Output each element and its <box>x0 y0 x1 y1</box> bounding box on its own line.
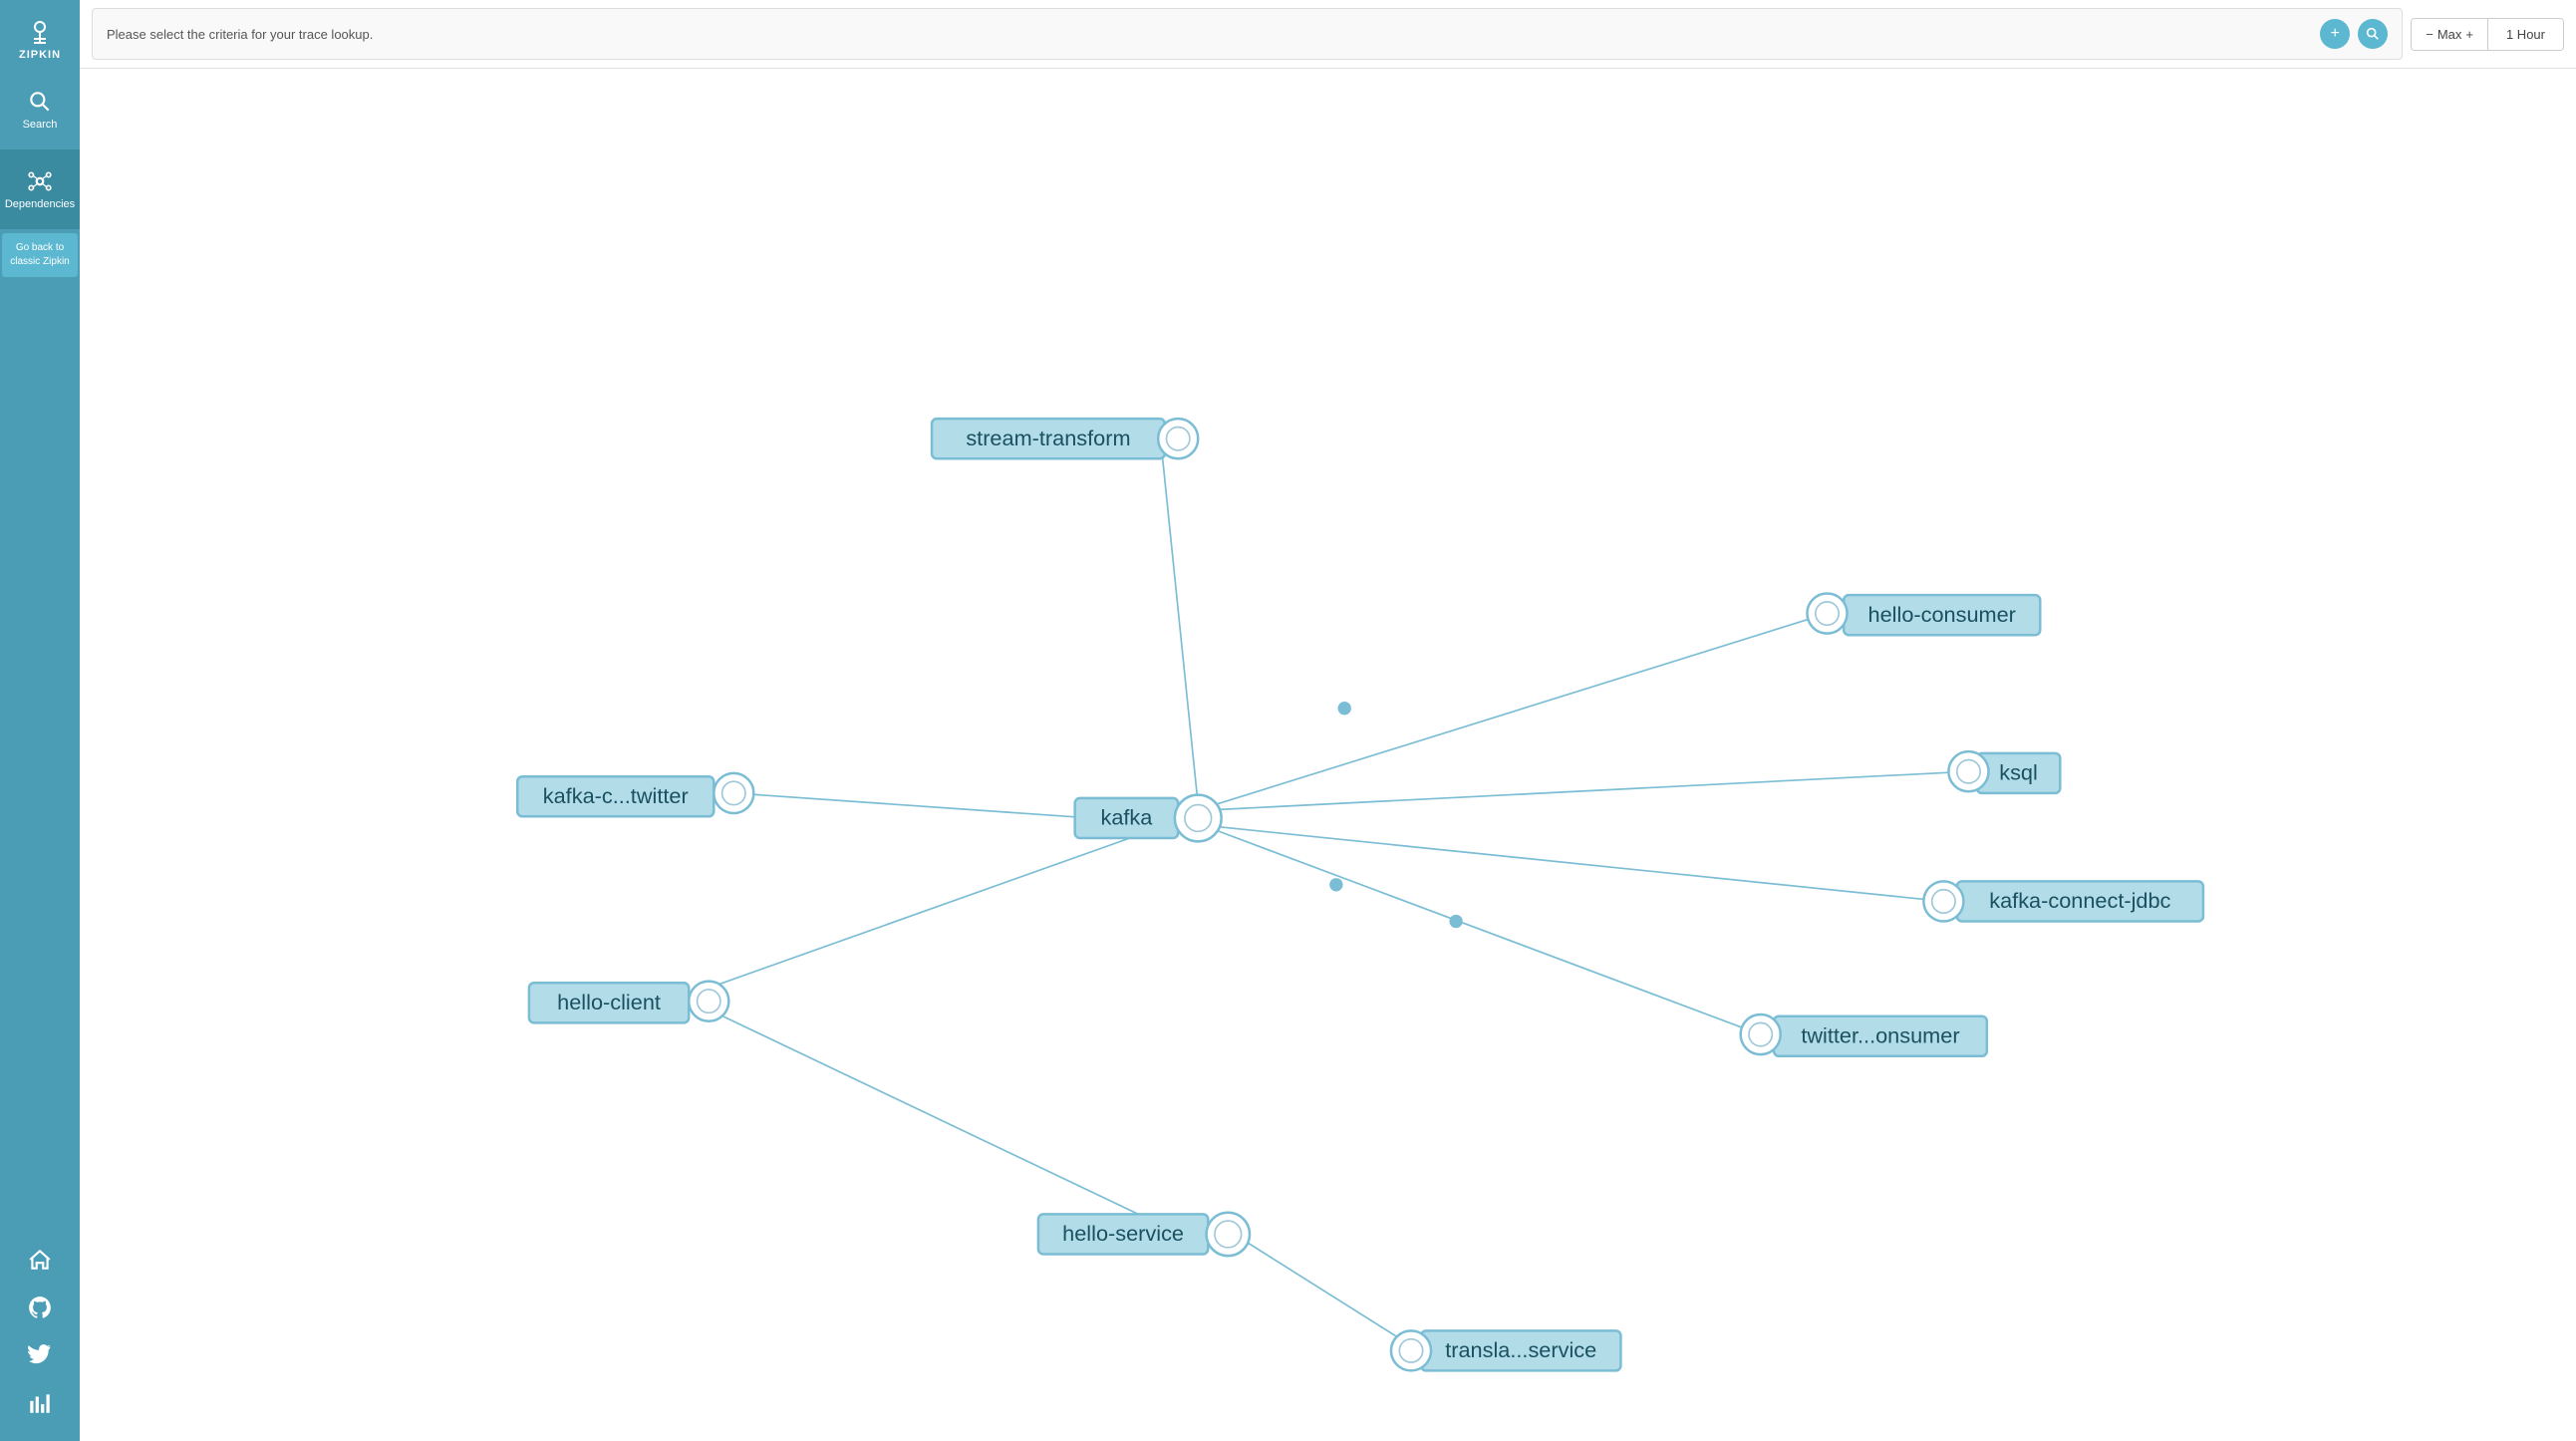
edge-kafka-twitter-kafka <box>733 793 1091 818</box>
chart-icon-btn[interactable] <box>0 1381 80 1425</box>
time-controls: − Max + 1 Hour <box>2411 18 2564 51</box>
time-minus-icon: − <box>2426 27 2433 42</box>
edge-dot-1 <box>1338 702 1351 715</box>
node-kafka[interactable]: kafka <box>1075 795 1222 842</box>
app-logo[interactable]: ZIPKIN <box>0 0 80 70</box>
node-stream-transform[interactable]: stream-transform <box>932 419 1198 458</box>
node-hello-client[interactable]: hello-client <box>529 982 728 1023</box>
svg-text:kafka-c...twitter: kafka-c...twitter <box>543 783 689 808</box>
edge-dot-2 <box>1329 878 1342 891</box>
time-duration-label: 1 Hour <box>2506 27 2545 42</box>
go-back-button[interactable]: Go back to classic Zipkin <box>2 233 78 277</box>
add-criteria-button[interactable]: + <box>2320 19 2350 49</box>
node-transla-service[interactable]: transla...service <box>1391 1330 1620 1370</box>
time-duration-control[interactable]: 1 Hour <box>2488 19 2563 50</box>
header: Please select the criteria for your trac… <box>80 0 2576 69</box>
sidebar-bottom <box>0 1238 80 1441</box>
svg-text:twitter...onsumer: twitter...onsumer <box>1801 1022 1959 1047</box>
main-content: Please select the criteria for your trac… <box>80 0 2576 1441</box>
node-hello-service[interactable]: hello-service <box>1038 1213 1250 1256</box>
svg-text:hello-service: hello-service <box>1062 1221 1184 1246</box>
search-bar: Please select the criteria for your trac… <box>92 8 2403 60</box>
time-max-control[interactable]: − Max + <box>2412 19 2488 50</box>
svg-text:hello-consumer: hello-consumer <box>1868 602 2016 627</box>
app-name: ZIPKIN <box>19 49 61 61</box>
github-icon-btn[interactable] <box>0 1286 80 1329</box>
svg-text:kafka-connect-jdbc: kafka-connect-jdbc <box>1989 888 2170 913</box>
svg-text:ksql: ksql <box>1999 760 2038 785</box>
edge-kafka-ksql <box>1215 771 1969 809</box>
svg-text:stream-transform: stream-transform <box>966 426 1130 450</box>
twitter-icon-btn[interactable] <box>0 1333 80 1377</box>
node-kafka-connect-jdbc[interactable]: kafka-connect-jdbc <box>1923 881 2203 921</box>
edge-dot-3 <box>1449 915 1462 928</box>
node-hello-consumer[interactable]: hello-consumer <box>1807 594 2040 636</box>
edge-kafka-twitter-consumer <box>1215 830 1761 1034</box>
graph-svg: stream-transform kafka kafka-c...twitter <box>80 69 2576 1441</box>
edge-stream-transform-kafka <box>1162 447 1199 805</box>
node-ksql[interactable]: ksql <box>1948 751 2060 793</box>
sidebar-item-dependencies[interactable]: Dependencies <box>0 149 80 229</box>
edge-hello-service-transla-service <box>1245 1241 1411 1345</box>
edge-kafka-connect-jdbc <box>1215 826 1943 901</box>
time-plus-icon: + <box>2465 27 2473 42</box>
dependency-graph: stream-transform kafka kafka-c...twitter <box>80 69 2576 1441</box>
sidebar: ZIPKIN Search Dependencies Go back to cl… <box>0 0 80 1441</box>
node-kafka-c-twitter[interactable]: kafka-c...twitter <box>517 773 753 816</box>
node-twitter-consumer[interactable]: twitter...onsumer <box>1741 1014 1987 1056</box>
sidebar-dependencies-label: Dependencies <box>5 198 75 210</box>
edge-kafka-hello-consumer <box>1215 614 1828 805</box>
svg-text:kafka: kafka <box>1100 805 1153 830</box>
svg-text:transla...service: transla...service <box>1445 1337 1596 1362</box>
edge-hello-client-hello-service <box>709 1009 1170 1229</box>
sidebar-search-label: Search <box>23 119 58 131</box>
edge-hello-client-kafka <box>709 830 1153 989</box>
svg-text:hello-client: hello-client <box>557 990 661 1014</box>
time-max-label: Max <box>2437 27 2462 42</box>
sidebar-item-search[interactable]: Search <box>0 70 80 149</box>
home-icon-btn[interactable] <box>0 1238 80 1282</box>
run-search-button[interactable] <box>2358 19 2388 49</box>
search-placeholder: Please select the criteria for your trac… <box>107 27 2312 42</box>
